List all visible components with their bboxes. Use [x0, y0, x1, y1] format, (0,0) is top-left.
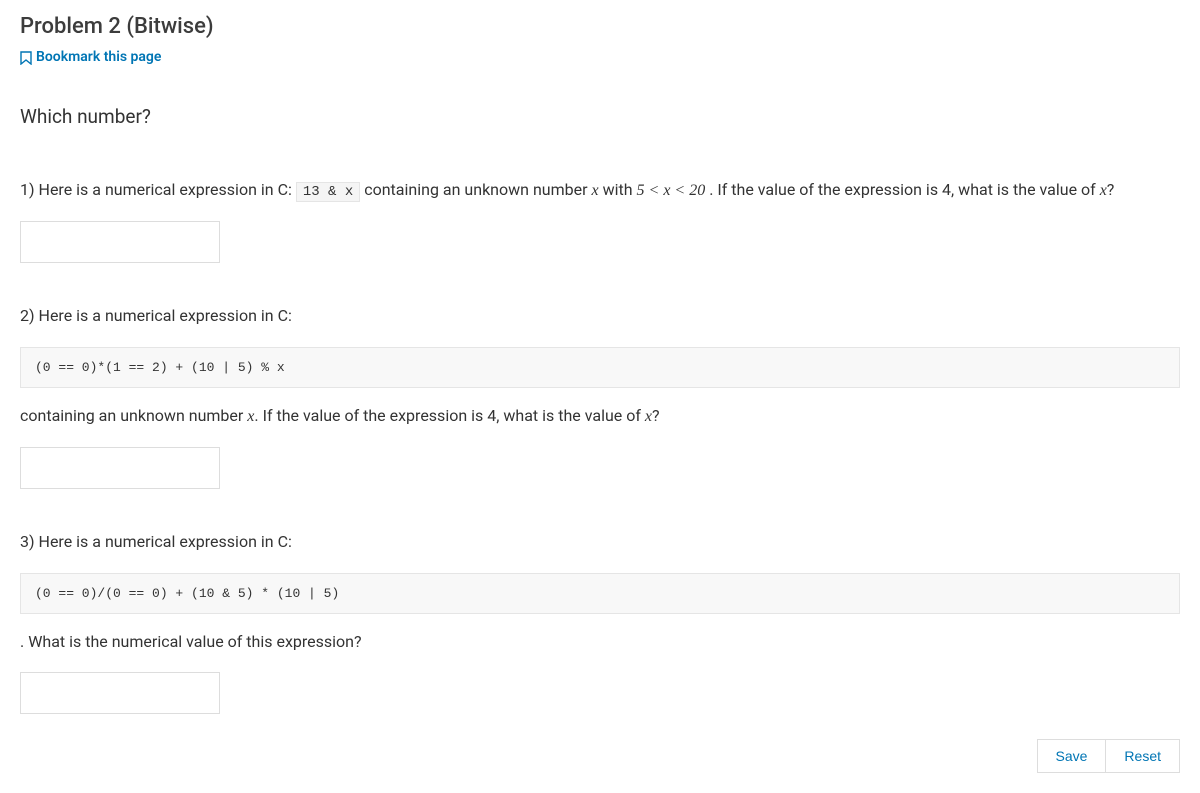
section-heading: Which number?	[20, 103, 1180, 132]
button-row: Save Reset	[20, 739, 1180, 773]
question-2-intro: 2) Here is a numerical expression in C:	[20, 303, 1180, 329]
problem-title: Problem 2 (Bitwise)	[20, 10, 1180, 43]
question-3-intro: 3) Here is a numerical expression in C:	[20, 529, 1180, 555]
q2-follow-prefix: containing an unknown number	[20, 406, 247, 425]
bookmark-link[interactable]: Bookmark this page	[20, 47, 161, 68]
bookmark-label: Bookmark this page	[36, 47, 161, 68]
q1-range: 5 < x < 20	[637, 182, 706, 199]
q2-var2: x	[645, 408, 652, 425]
q1-suffix: ?	[1107, 180, 1115, 199]
q1-var1: x	[592, 182, 599, 199]
q1-code: 13 & x	[296, 182, 360, 202]
answer-input-1[interactable]	[20, 221, 220, 263]
q3-code-block: (0 == 0)/(0 == 0) + (10 & 5) * (10 | 5)	[20, 573, 1180, 615]
save-button[interactable]: Save	[1037, 739, 1107, 773]
reset-button[interactable]: Reset	[1106, 739, 1180, 773]
q2-follow-mid2: , what is the value of	[496, 406, 645, 425]
q1-val: 4	[942, 180, 951, 199]
q1-prefix: 1) Here is a numerical expression in C:	[20, 180, 296, 199]
question-3-followup: . What is the numerical value of this ex…	[20, 630, 1180, 654]
question-2-followup: containing an unknown number x . If the v…	[20, 404, 1180, 429]
q1-mid3: . If the value of the expression is	[705, 180, 942, 199]
q2-val: 4	[487, 406, 496, 425]
answer-input-3[interactable]	[20, 672, 220, 714]
answer-input-2[interactable]	[20, 447, 220, 489]
q1-mid1: containing an unknown number	[360, 180, 591, 199]
q1-var2: x	[1100, 182, 1107, 199]
q2-follow-suffix: ?	[652, 406, 660, 425]
q1-mid4: , what is the value of	[951, 180, 1100, 199]
question-1-text: 1) Here is a numerical expression in C: …	[20, 177, 1180, 204]
q1-mid2: with	[599, 180, 637, 199]
q2-follow-mid1: . If the value of the expression is	[254, 406, 487, 425]
q2-code-block: (0 == 0)*(1 == 2) + (10 | 5) % x	[20, 347, 1180, 389]
bookmark-icon	[20, 51, 32, 65]
